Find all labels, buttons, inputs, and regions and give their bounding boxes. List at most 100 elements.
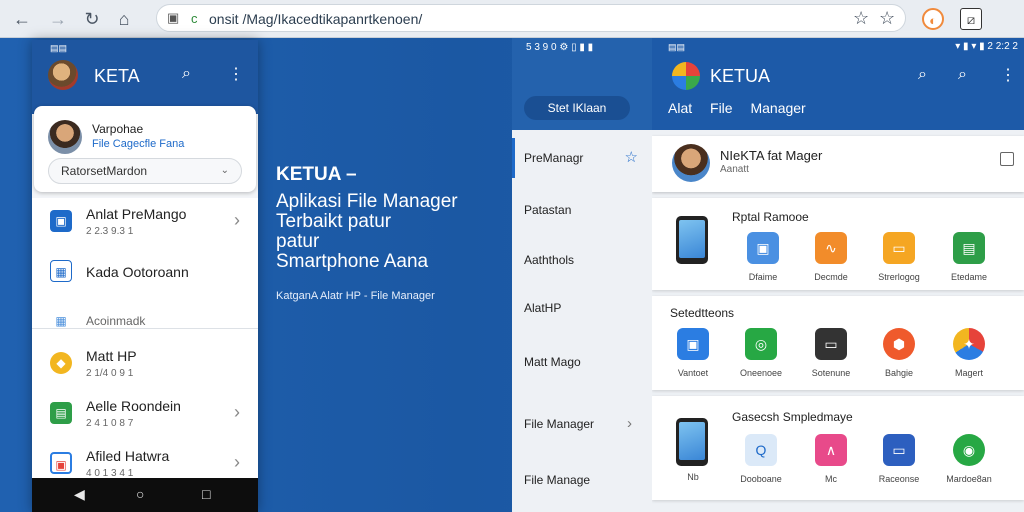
tile-label: Dfaime: [748, 272, 778, 282]
tile-label: Etedame: [950, 272, 988, 282]
drawer-pill-button[interactable]: Stet IKlaan: [524, 96, 630, 120]
tile[interactable]: Q Dooboane: [740, 434, 782, 484]
shield-icon[interactable]: ◐: [922, 8, 944, 30]
user-subtitle: Aanatt: [720, 164, 749, 175]
app-title: KETUA: [710, 66, 771, 86]
drawer-item-label: Aaththols: [524, 253, 575, 267]
document-icon: ▤: [953, 232, 985, 264]
search-app-icon: Q: [745, 434, 777, 466]
tile[interactable]: ⬢ Bahgie: [882, 328, 916, 378]
tile[interactable]: ▤ Etedame: [951, 232, 987, 282]
user-card[interactable]: NIeKTA fat Mager Aanatt: [652, 136, 1024, 192]
tile-label: Dooboane: [740, 474, 782, 484]
list-item-label: Aelle Roondein: [86, 398, 181, 414]
drawer-item[interactable]: PreManagr ☆: [512, 138, 652, 178]
drawer-item-label: File Manage: [524, 473, 591, 487]
star-icon[interactable]: ☆: [853, 8, 869, 29]
hero-caption: KatganA Alatr HP - File Manager: [276, 290, 435, 302]
tile[interactable]: ▭ Sotenune: [812, 328, 850, 378]
search-alt-icon[interactable]: ⌕: [958, 66, 967, 84]
tile-label: Nb: [687, 472, 699, 482]
tile[interactable]: ▭ Raceonse: [879, 434, 919, 484]
tile[interactable]: ∿ Decmde: [814, 232, 848, 282]
user-name: NIeKTA fat Mager: [720, 148, 823, 163]
avatar[interactable]: [48, 60, 78, 90]
list-item[interactable]: ▤ Aelle Roondein 2 4 1 0 8 7 ›: [32, 390, 258, 440]
hero-subtitle: Aplikasi File Manager Terbaikt patur pat…: [276, 192, 458, 272]
tab-file[interactable]: File: [710, 100, 733, 116]
list-item[interactable]: ▦ Kada Ootoroann: [32, 248, 258, 298]
tile-label: Raceonse: [878, 474, 920, 484]
chevron-right-icon: ›: [234, 402, 240, 422]
bookmark-star-icon[interactable]: ☆: [879, 8, 895, 29]
android-nav-bar: ◀ ○ □: [32, 478, 258, 512]
status-bar-right: ▾ ▮ ▾ ▮ 2 2:2 2: [955, 41, 1018, 52]
drawer-item[interactable]: Patastan: [512, 190, 652, 230]
more-vert-icon[interactable]: ⋮: [1000, 65, 1016, 85]
checkbox[interactable]: [1000, 152, 1014, 166]
hero-title: KETUA –: [276, 164, 357, 185]
drawer-item[interactable]: Aaththols: [512, 240, 652, 280]
home-circle-icon[interactable]: ○: [136, 486, 144, 502]
list-item[interactable]: ▣ Anlat PreMango 2 2.3 9.3 1 ›: [32, 198, 258, 248]
section-title: Rptal Ramooe: [732, 210, 809, 224]
reload-icon[interactable]: ↻: [80, 7, 104, 31]
grid-icon: ▦: [50, 260, 72, 282]
hero-line: Smartphone Aana: [276, 251, 429, 272]
list-item-label: Matt HP: [86, 348, 137, 364]
section-title: Gasecsh Smpledmaye: [732, 410, 853, 424]
list-item-sub: 2 1/4 0 9 1: [86, 368, 134, 379]
recents-square-icon[interactable]: □: [202, 486, 210, 502]
search-icon[interactable]: ⌕: [918, 66, 927, 84]
hero-line: Terbaikt patur: [276, 211, 392, 232]
drawer-item[interactable]: File Manage: [512, 460, 652, 500]
divider: [32, 328, 258, 329]
home-icon[interactable]: ⌂: [112, 7, 136, 31]
puzzle-icon[interactable]: ⧄: [960, 8, 982, 30]
tile[interactable]: ▣ Dfaime: [746, 232, 780, 282]
tile[interactable]: ✦ Magert: [952, 328, 986, 378]
tile[interactable]: ▭ Strerlogog: [878, 232, 920, 282]
drawer-item[interactable]: Matt Mago: [512, 342, 652, 382]
profile-avatar: [48, 120, 82, 154]
hero-line: Aplikasi File Manager: [276, 191, 458, 212]
account-select-value: RatorsetMardon: [61, 164, 148, 178]
back-triangle-icon[interactable]: ◀: [74, 486, 85, 503]
tile[interactable]: ◎ Oneenoee: [740, 328, 782, 378]
drawer-item[interactable]: AlatHP: [512, 288, 652, 328]
search-icon[interactable]: ⌕: [182, 65, 191, 83]
section-card: Gasecsh Smpledmaye Nb Q Dooboane ∧ Mc ▭ Rac…: [652, 396, 1024, 500]
forward-arrow-icon[interactable]: →: [46, 7, 70, 31]
tile[interactable]: ▣ Vantoet: [676, 328, 710, 378]
back-arrow-icon[interactable]: ←: [10, 7, 34, 31]
profile-card: Varpohae File Cagecfle Fana RatorsetMard…: [34, 106, 256, 192]
star-icon[interactable]: ☆: [625, 138, 638, 178]
tile[interactable]: Nb: [676, 432, 710, 482]
tab-alat[interactable]: Alat: [668, 100, 692, 116]
folder-icon: ▣: [747, 232, 779, 264]
app-bar: ▤▤ ▾ ▮ ▾ ▮ 2 2:2 2 KETUA ⌕ ⌕ ⋮ Alat File…: [652, 38, 1024, 130]
list-item[interactable]: ◆ Matt HP 2 1/4 0 9 1: [32, 340, 258, 390]
more-vert-icon[interactable]: ⋮: [228, 64, 244, 84]
drawer-item-label: AlatHP: [524, 301, 562, 315]
folder-icon: ▣: [50, 210, 72, 232]
drawer-item-label: PreManagr: [524, 151, 584, 165]
address-bar[interactable]: ▣ c onsit /Mag/Ikacedtikapanrtkenoen/ ☆ …: [156, 4, 906, 32]
photos-icon: ◆: [50, 352, 72, 374]
tile-label: Decmde: [814, 272, 848, 282]
profile-subtitle[interactable]: File Cagecfle Fana: [92, 138, 184, 150]
drawer-item[interactable]: File Manager ›: [512, 404, 652, 444]
hero-line: patur: [276, 231, 320, 252]
lock-icon: ▣: [167, 10, 180, 25]
tile-label: Bahgie: [884, 368, 914, 378]
phone-device-icon: [676, 216, 708, 264]
drawer-item-label: Patastan: [524, 203, 572, 217]
section-card: Setedtteons ▣ Vantoet ◎ Oneenoee ▭ Sotenune…: [652, 296, 1024, 390]
tab-manager[interactable]: Manager: [750, 100, 805, 116]
app-green-icon: ◎: [745, 328, 777, 360]
account-select[interactable]: RatorsetMardon ⌄: [48, 158, 242, 184]
tile[interactable]: ∧ Mc: [814, 434, 848, 484]
tile[interactable]: ◉ Mardoe8an: [946, 434, 992, 484]
tile-label: Mardoe8an: [946, 474, 992, 484]
tile-label: Mc: [825, 474, 837, 484]
